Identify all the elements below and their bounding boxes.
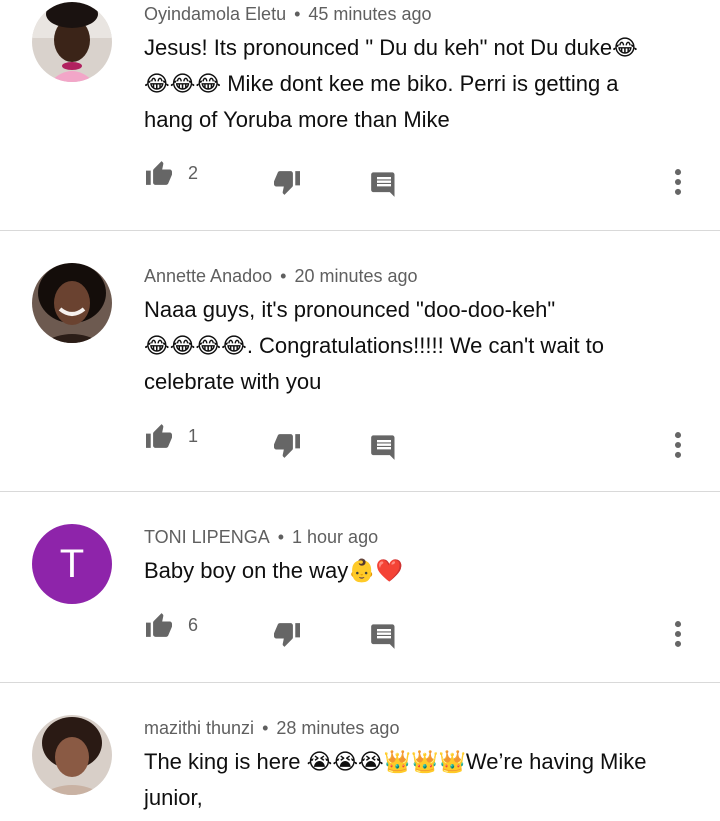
comment-actions: 1: [144, 423, 720, 463]
comment-time[interactable]: 20 minutes ago: [294, 266, 417, 286]
thumb-down-icon: [274, 434, 300, 458]
comment-line: 😂😂😂 Mike dont kee me biko. Perri is gett…: [144, 71, 619, 96]
comment-meta: Oyindamola Eletu • 45 minutes ago: [144, 2, 690, 26]
comment-line: celebrate with you: [144, 369, 322, 394]
more-options-button[interactable]: [672, 620, 684, 648]
comment: Annette Anadoo • 20 minutes ago Naaa guys,…: [0, 231, 720, 491]
avatar[interactable]: T: [32, 524, 112, 604]
thumb-up-icon: [146, 424, 172, 448]
comment: Oyindamola Eletu • 45 minutes ago Jesus! I…: [0, 0, 720, 230]
comment-time[interactable]: 45 minutes ago: [308, 4, 431, 24]
thumb-up-icon: [146, 161, 172, 185]
avatar[interactable]: [32, 2, 112, 82]
thumb-down-icon: [274, 171, 300, 195]
comment-line: Naaa guys, it's pronounced "doo-doo-keh": [144, 297, 556, 322]
comment: mazithi thunzi • 28 minutes ago The king i…: [0, 683, 720, 819]
reply-comment-icon: [371, 172, 395, 197]
comment-text: Jesus! Its pronounced " Du du keh" not D…: [144, 30, 690, 138]
like-button[interactable]: 1: [144, 423, 198, 449]
dislike-button[interactable]: [272, 622, 302, 648]
comment-author[interactable]: mazithi thunzi: [144, 718, 254, 738]
comment: T TONI LIPENGA • 1 hour ago Baby boy on th…: [0, 492, 720, 682]
avatar[interactable]: [32, 263, 112, 343]
dislike-button[interactable]: [272, 433, 302, 459]
comment-line: 😂😂😂😂. Congratulations!!!!! We can't wait…: [144, 333, 605, 358]
meta-separator: •: [262, 718, 269, 738]
meta-separator: •: [277, 527, 285, 547]
more-options-button[interactable]: [672, 168, 684, 196]
reply-button[interactable]: [370, 170, 398, 198]
dislike-button[interactable]: [272, 170, 302, 196]
like-count: 2: [188, 162, 199, 183]
comment-meta: TONI LIPENGA • 1 hour ago: [144, 525, 690, 549]
reply-comment-icon: [371, 435, 395, 460]
comment-author[interactable]: TONI LIPENGA: [144, 527, 270, 547]
comment-text: Naaa guys, it's pronounced "doo-doo-keh"…: [144, 292, 690, 400]
like-count: 6: [188, 614, 199, 635]
like-button[interactable]: 6: [144, 612, 198, 638]
comment-text: Baby boy on the way👶❤️: [144, 553, 690, 589]
comment-author[interactable]: Oyindamola Eletu: [144, 4, 286, 24]
comment-line: Baby boy on the way👶❤️: [144, 558, 404, 583]
more-vert-icon: [674, 169, 682, 195]
more-options-button[interactable]: [672, 431, 684, 459]
comment-time[interactable]: 28 minutes ago: [276, 718, 399, 738]
comment-line: hang of Yoruba more than Mike: [144, 107, 450, 132]
thumb-down-icon: [274, 623, 300, 647]
comment-meta: Annette Anadoo • 20 minutes ago: [144, 264, 690, 288]
meta-separator: •: [280, 266, 287, 286]
comment-actions: 2: [144, 160, 720, 200]
comment-meta: mazithi thunzi • 28 minutes ago: [144, 716, 690, 740]
reply-button[interactable]: [370, 433, 398, 461]
comment-time[interactable]: 1 hour ago: [292, 527, 378, 547]
reply-comment-icon: [371, 624, 395, 649]
avatar-initial: T: [59, 541, 85, 586]
meta-separator: •: [294, 4, 301, 24]
comment-author[interactable]: Annette Anadoo: [144, 266, 272, 286]
like-button[interactable]: 2: [144, 160, 198, 186]
more-vert-icon: [674, 432, 682, 458]
comment-text: The king is here 😭😭😭👑👑👑We’re having Mike…: [144, 744, 690, 816]
comment-line: The king is here 😭😭😭👑👑👑We’re having Mike: [144, 749, 647, 774]
like-count: 1: [188, 425, 199, 446]
more-vert-icon: [674, 621, 682, 647]
comment-line: junior,: [144, 785, 203, 810]
avatar[interactable]: [32, 715, 112, 795]
comment-actions: 6: [144, 612, 720, 652]
comment-line: Jesus! Its pronounced " Du du keh" not D…: [144, 35, 638, 60]
reply-button[interactable]: [370, 622, 398, 650]
thumb-up-icon: [146, 613, 172, 637]
